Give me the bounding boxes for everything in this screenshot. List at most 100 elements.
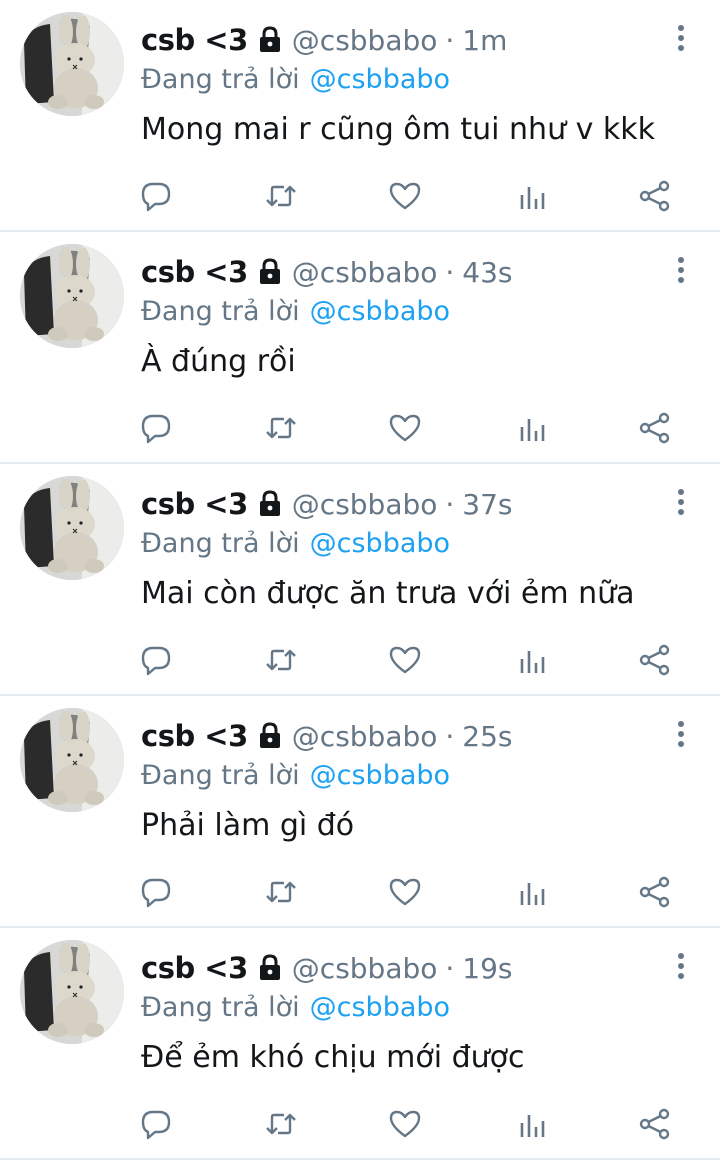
like-button[interactable] [387, 1106, 423, 1142]
tweet-header: csb <3 @csbbabo · 37s [141, 484, 513, 524]
avatar[interactable] [20, 940, 124, 1044]
tweet-header: csb <3 @csbbabo · 43s [141, 252, 513, 292]
lock-icon [259, 26, 280, 52]
more-vertical-icon[interactable] [674, 720, 688, 748]
user-handle[interactable]: @csbbabo [292, 488, 438, 521]
display-name[interactable]: csb <3 [141, 23, 248, 57]
reply-button[interactable] [138, 178, 174, 214]
replying-to-label: Đang trả lời [141, 295, 300, 327]
tweet-text: Phải làm gì đó [141, 808, 355, 843]
retweet-button[interactable] [263, 178, 299, 214]
retweet-icon [266, 1113, 296, 1135]
heart-icon [389, 646, 421, 674]
user-handle[interactable]: @csbbabo [292, 256, 438, 289]
tweet-timestamp[interactable]: 25s [462, 720, 512, 753]
share-icon [639, 412, 670, 444]
bunny-plush-avatar-icon [20, 244, 124, 348]
share-button[interactable] [637, 874, 673, 910]
tweet-header: csb <3 @csbbabo · 1m [141, 20, 507, 60]
lock-icon [259, 722, 280, 748]
reply-button[interactable] [138, 874, 174, 910]
user-handle[interactable]: @csbbabo [292, 952, 438, 985]
share-button[interactable] [637, 410, 673, 446]
replying-to: Đang trả lời @csbbabo [141, 524, 450, 562]
replying-to-handle[interactable]: @csbbabo [310, 64, 450, 95]
user-handle[interactable]: @csbbabo [292, 24, 438, 57]
tweet[interactable]: csb <3 @csbbabo · 43s Đang trả lời @csbb… [0, 232, 720, 464]
replying-to-label: Đang trả lời [141, 759, 300, 791]
analytics-button[interactable] [514, 410, 550, 446]
more-vertical-icon[interactable] [674, 24, 688, 52]
more-vertical-icon[interactable] [674, 488, 688, 516]
analytics-icon [520, 1115, 545, 1137]
replying-to-handle[interactable]: @csbbabo [310, 296, 450, 327]
analytics-button[interactable] [514, 642, 550, 678]
replying-to-label: Đang trả lời [141, 527, 300, 559]
replying-to-handle[interactable]: @csbbabo [310, 992, 450, 1023]
tweet-timestamp[interactable]: 19s [462, 952, 512, 985]
analytics-button[interactable] [514, 1106, 550, 1142]
reply-button[interactable] [138, 642, 174, 678]
more-vertical-icon[interactable] [674, 952, 688, 980]
lock-icon [259, 954, 280, 980]
like-button[interactable] [387, 410, 423, 446]
reply-button[interactable] [138, 410, 174, 446]
retweet-button[interactable] [263, 1106, 299, 1142]
avatar[interactable] [20, 244, 124, 348]
share-icon [639, 180, 670, 212]
tweet-actions [0, 870, 720, 914]
tweet[interactable]: csb <3 @csbbabo · 37s Đang trả lời @csbb… [0, 464, 720, 696]
lock-icon [259, 258, 280, 284]
share-button[interactable] [637, 178, 673, 214]
like-button[interactable] [387, 178, 423, 214]
tweet-text: Để ẻm khó chịu mới được [141, 1040, 525, 1075]
tweet[interactable]: csb <3 @csbbabo · 1m Đang trả lời @csbba… [0, 0, 720, 232]
lock-icon [259, 490, 280, 516]
replying-to-label: Đang trả lời [141, 991, 300, 1023]
retweet-button[interactable] [263, 874, 299, 910]
tweet-timestamp[interactable]: 43s [462, 256, 512, 289]
tweet[interactable]: csb <3 @csbbabo · 19s Đang trả lời @csbb… [0, 928, 720, 1160]
tweet-timestamp[interactable]: 37s [462, 488, 512, 521]
avatar[interactable] [20, 12, 124, 116]
replying-to-label: Đang trả lời [141, 63, 300, 95]
retweet-button[interactable] [263, 642, 299, 678]
analytics-icon [520, 883, 545, 905]
avatar[interactable] [20, 476, 124, 580]
display-name[interactable]: csb <3 [141, 719, 248, 753]
tweet-text: Mong mai r cũng ôm tui như v kkk [141, 112, 656, 147]
more-vertical-icon[interactable] [674, 256, 688, 284]
heart-icon [389, 1110, 421, 1138]
tweet-actions [0, 1102, 720, 1146]
replying-to: Đang trả lời @csbbabo [141, 988, 450, 1026]
display-name[interactable]: csb <3 [141, 255, 248, 289]
replying-to-handle[interactable]: @csbbabo [310, 528, 450, 559]
retweet-button[interactable] [263, 410, 299, 446]
heart-icon [389, 182, 421, 210]
tweet-feed: csb <3 @csbbabo · 1m Đang trả lời @csbba… [0, 0, 720, 1160]
display-name[interactable]: csb <3 [141, 487, 248, 521]
share-button[interactable] [637, 1106, 673, 1142]
analytics-button[interactable] [514, 874, 550, 910]
tweet-header: csb <3 @csbbabo · 25s [141, 716, 513, 756]
reply-button[interactable] [138, 1106, 174, 1142]
display-name[interactable]: csb <3 [141, 951, 248, 985]
tweet-header: csb <3 @csbbabo · 19s [141, 948, 513, 988]
like-button[interactable] [387, 642, 423, 678]
tweet[interactable]: csb <3 @csbbabo · 25s Đang trả lời @csbb… [0, 696, 720, 928]
avatar[interactable] [20, 708, 124, 812]
replying-to: Đang trả lời @csbbabo [141, 756, 450, 794]
reply-icon [141, 182, 171, 212]
bunny-plush-avatar-icon [20, 708, 124, 812]
header-separator: · [445, 23, 455, 57]
reply-icon [141, 646, 171, 676]
like-button[interactable] [387, 874, 423, 910]
bunny-plush-avatar-icon [20, 12, 124, 116]
replying-to-handle[interactable]: @csbbabo [310, 760, 450, 791]
share-button[interactable] [637, 642, 673, 678]
tweet-text: À đúng rồi [141, 344, 296, 379]
retweet-icon [266, 417, 296, 439]
user-handle[interactable]: @csbbabo [292, 720, 438, 753]
analytics-button[interactable] [514, 178, 550, 214]
tweet-timestamp[interactable]: 1m [462, 24, 507, 57]
